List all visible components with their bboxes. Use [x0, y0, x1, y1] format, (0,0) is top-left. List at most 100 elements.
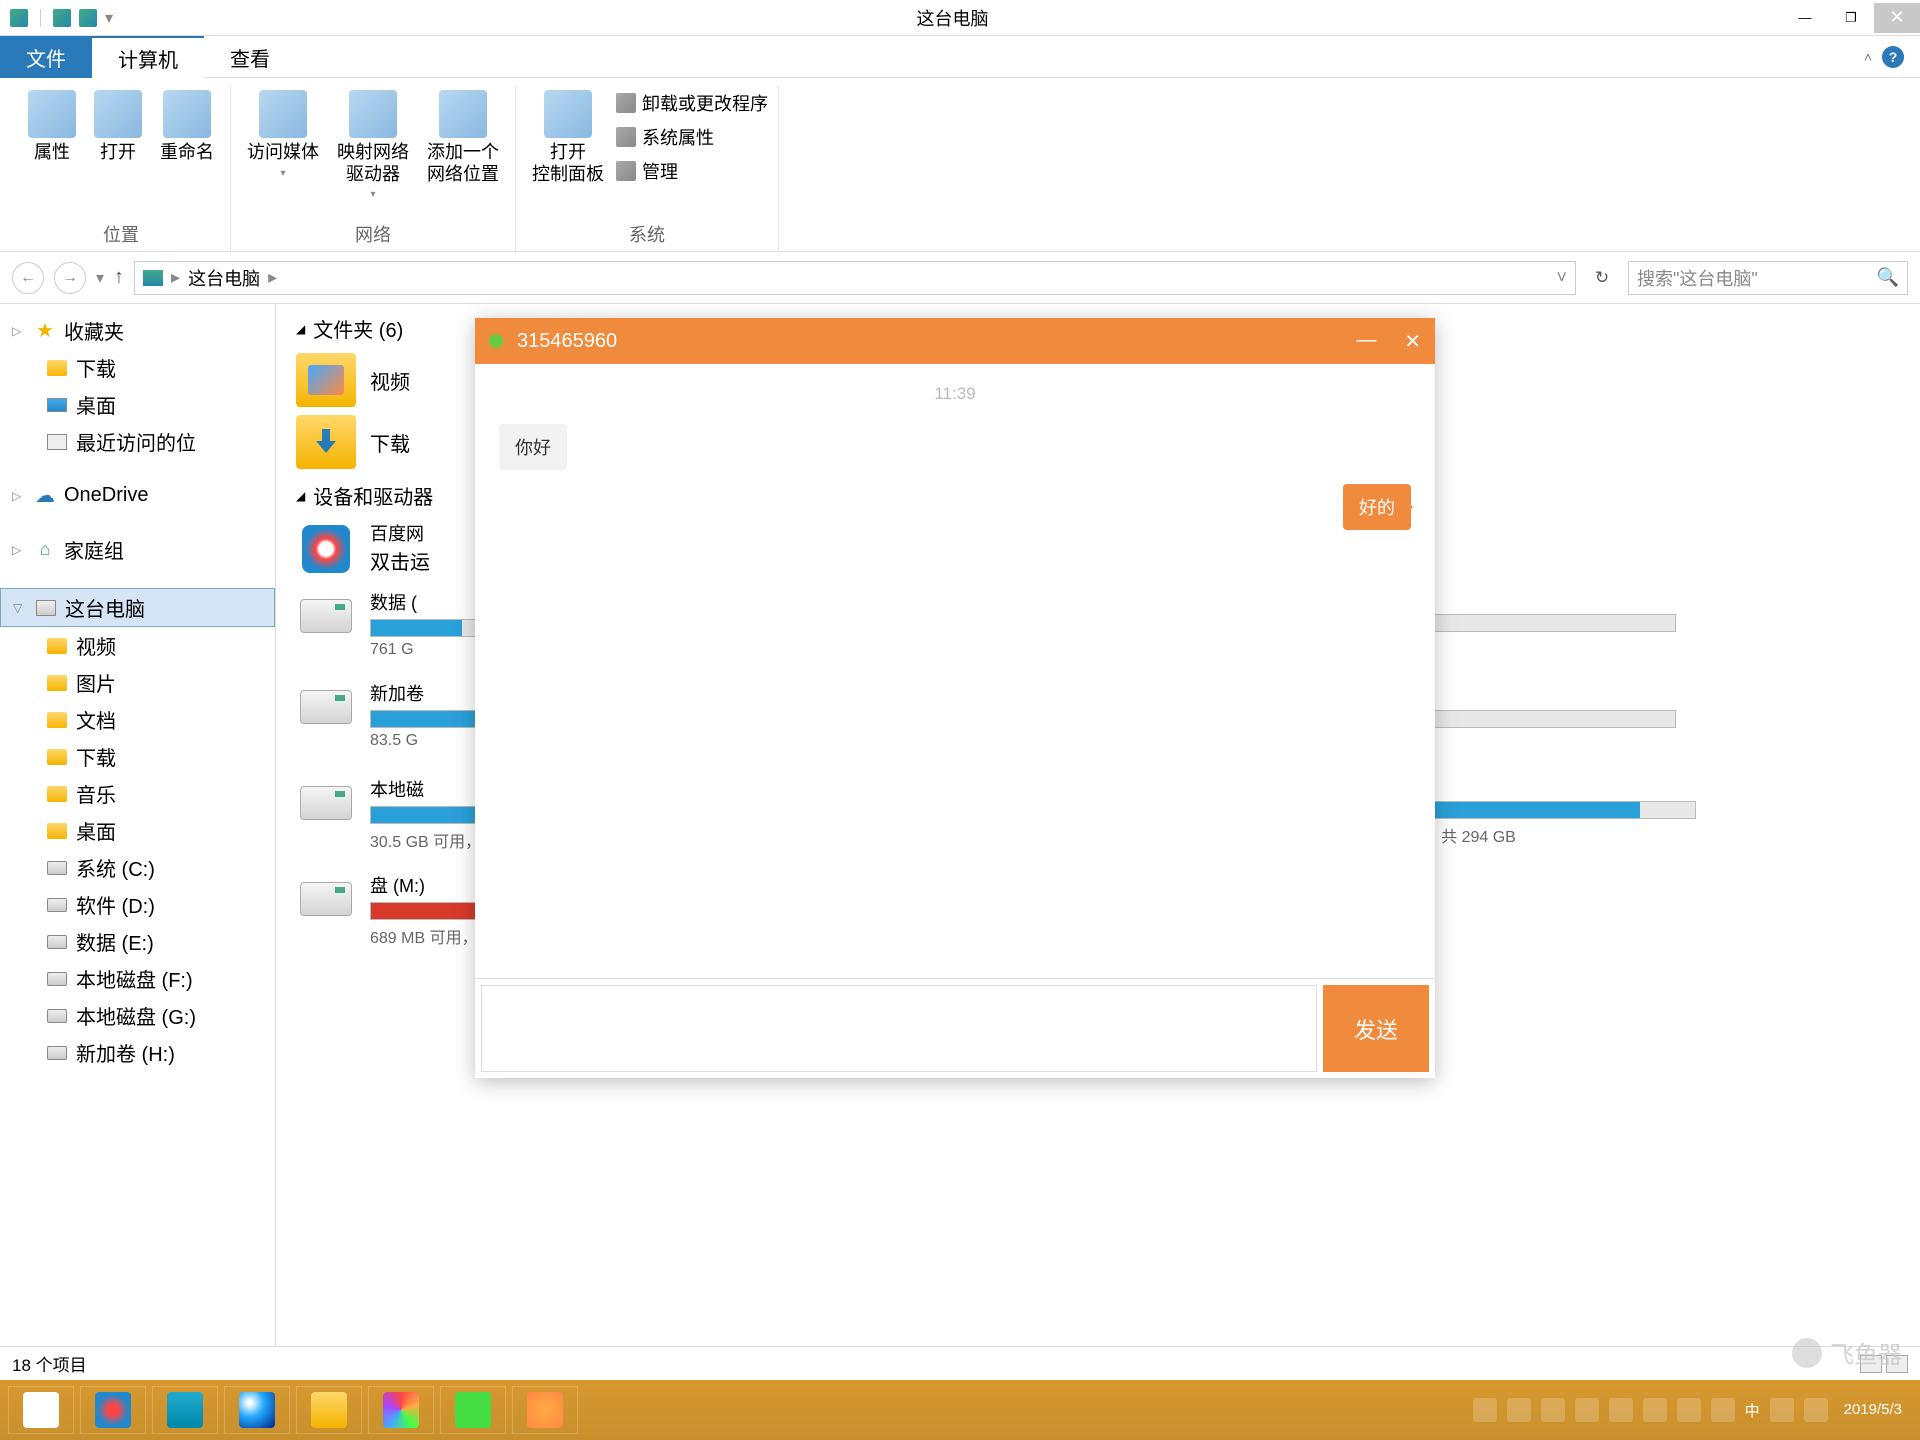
tray-icon[interactable]	[1575, 1398, 1599, 1422]
nav-documents[interactable]: 文档	[0, 701, 275, 738]
status-bar: 18 个项目	[0, 1346, 1920, 1380]
help-icon[interactable]: ?	[1882, 46, 1904, 68]
history-dropdown-icon[interactable]: ▾	[96, 268, 104, 288]
maximize-button[interactable]: ❐	[1828, 3, 1874, 33]
manage-icon	[616, 161, 636, 181]
add-location-button[interactable]: 添加一个 网络位置	[421, 86, 505, 189]
chevron-down-icon: ▾	[370, 189, 375, 200]
taskbar-baidu[interactable]	[80, 1386, 146, 1434]
nav-music[interactable]: 音乐	[0, 775, 275, 812]
nav-pictures-label: 图片	[76, 668, 116, 697]
access-media-button[interactable]: 访问媒体▾	[241, 86, 325, 183]
uninstall-button[interactable]: 卸载或更改程序	[616, 90, 768, 116]
search-input[interactable]: 搜索"这台电脑" 🔍	[1628, 261, 1908, 295]
tab-computer[interactable]: 计算机	[92, 36, 204, 78]
breadcrumb-thispc[interactable]: 这台电脑	[188, 265, 260, 291]
tray-icon[interactable]	[1473, 1398, 1497, 1422]
nav-thispc[interactable]: ▽这台电脑	[0, 588, 275, 627]
nav-software-d[interactable]: 软件 (D:)	[0, 886, 275, 923]
drive-icon	[47, 861, 67, 875]
folder-icon	[47, 675, 67, 691]
tray-icon[interactable]	[1643, 1398, 1667, 1422]
open-button[interactable]: 打开	[88, 86, 148, 168]
incoming-message: 你好	[499, 424, 567, 470]
tray-icon[interactable]	[1711, 1398, 1735, 1422]
chat-body: 11:39 你好 好的	[475, 364, 1435, 978]
collapse-ribbon-icon[interactable]: ˄	[1864, 49, 1872, 65]
nav-system-c[interactable]: 系统 (C:)	[0, 849, 275, 886]
folder-icon	[47, 638, 67, 654]
up-button[interactable]: ↑	[114, 266, 124, 289]
properties-button[interactable]: 属性	[22, 86, 82, 168]
wechat-icon	[455, 1392, 491, 1428]
map-drive-button[interactable]: 映射网络 驱动器▾	[331, 86, 415, 204]
uninstall-icon	[616, 93, 636, 113]
homegroup-icon: ⌂	[34, 539, 56, 561]
watermark-icon	[1792, 1338, 1822, 1368]
address-dropdown-icon[interactable]: ˅	[1556, 267, 1567, 288]
back-button[interactable]: ←	[12, 262, 44, 294]
tray-icon[interactable]	[1770, 1398, 1794, 1422]
taskbar-browser[interactable]	[224, 1386, 290, 1434]
tray-icon[interactable]	[1507, 1398, 1531, 1422]
ribbon-group-system: 打开 控制面板 卸载或更改程序 系统属性 管理 系统	[516, 86, 779, 251]
start-button[interactable]	[8, 1386, 74, 1434]
minimize-button[interactable]: —	[1782, 3, 1828, 33]
qat-dropdown-icon[interactable]: ▾	[105, 8, 113, 28]
separator	[40, 9, 41, 27]
send-button[interactable]: 发送	[1323, 985, 1429, 1072]
chat-minimize-button[interactable]: —	[1356, 329, 1376, 354]
taskbar-app2[interactable]	[512, 1386, 578, 1434]
ime-indicator[interactable]: 中	[1745, 1400, 1760, 1421]
nav-onedrive[interactable]: ▷☁OneDrive	[0, 480, 275, 511]
nav-downloads2[interactable]: 下载	[0, 738, 275, 775]
address-path[interactable]: ▸ 这台电脑 ▸ ˅	[134, 261, 1576, 295]
add-location-label: 添加一个 网络位置	[427, 142, 499, 185]
taskbar-thunder[interactable]	[152, 1386, 218, 1434]
nav-videos[interactable]: 视频	[0, 627, 275, 664]
tray-icon[interactable]	[1677, 1398, 1701, 1422]
system-properties-button[interactable]: 系统属性	[616, 124, 768, 150]
nav-desktop2[interactable]: 桌面	[0, 812, 275, 849]
ribbon-group-network: 访问媒体▾ 映射网络 驱动器▾ 添加一个 网络位置 网络	[231, 86, 516, 251]
refresh-button[interactable]: ↻	[1586, 263, 1618, 293]
nav-data-e[interactable]: 数据 (E:)	[0, 923, 275, 960]
qat-new-folder-icon[interactable]	[79, 9, 97, 27]
nav-favorites[interactable]: ▷★收藏夹	[0, 312, 275, 349]
drive-icon	[47, 1009, 67, 1023]
control-panel-button[interactable]: 打开 控制面板	[526, 86, 610, 189]
taskbar-clock[interactable]: 2019/5/3	[1834, 1401, 1912, 1419]
chat-input[interactable]	[481, 985, 1317, 1072]
forward-button[interactable]: →	[54, 262, 86, 294]
nav-local-g[interactable]: 本地磁盘 (G:)	[0, 997, 275, 1034]
qat-properties-icon[interactable]	[53, 9, 71, 27]
search-icon: 🔍	[1877, 267, 1899, 288]
nav-desktop[interactable]: 桌面	[0, 386, 275, 423]
chat-titlebar[interactable]: 315465960 — ✕	[475, 318, 1435, 364]
control-panel-label: 打开 控制面板	[532, 142, 604, 185]
tray-icon[interactable]	[1609, 1398, 1633, 1422]
rename-button[interactable]: 重命名	[154, 86, 220, 168]
taskbar-explorer[interactable]	[296, 1386, 362, 1434]
tray-icon[interactable]	[1541, 1398, 1565, 1422]
nav-homegroup[interactable]: ▷⌂家庭组	[0, 531, 275, 568]
nav-recent[interactable]: 最近访问的位	[0, 423, 275, 460]
taskbar-app1[interactable]	[368, 1386, 434, 1434]
taskbar-wechat[interactable]	[440, 1386, 506, 1434]
tab-view[interactable]: 查看	[204, 36, 296, 78]
nav-local-f-label: 本地磁盘 (F:)	[76, 964, 193, 993]
folder-icon	[47, 360, 67, 376]
nav-new-h[interactable]: 新加卷 (H:)	[0, 1034, 275, 1071]
nav-local-f[interactable]: 本地磁盘 (F:)	[0, 960, 275, 997]
close-button[interactable]: ✕	[1874, 3, 1920, 33]
manage-button[interactable]: 管理	[616, 158, 768, 184]
sun-icon	[527, 1392, 563, 1428]
tab-file[interactable]: 文件	[0, 36, 92, 78]
chat-close-button[interactable]: ✕	[1404, 329, 1421, 354]
properties-icon	[28, 90, 76, 138]
tray-icon[interactable]	[1804, 1398, 1828, 1422]
message-row: 好的	[499, 484, 1411, 530]
nav-downloads[interactable]: 下载	[0, 349, 275, 386]
nav-favorites-label: 收藏夹	[64, 316, 124, 345]
nav-pictures[interactable]: 图片	[0, 664, 275, 701]
